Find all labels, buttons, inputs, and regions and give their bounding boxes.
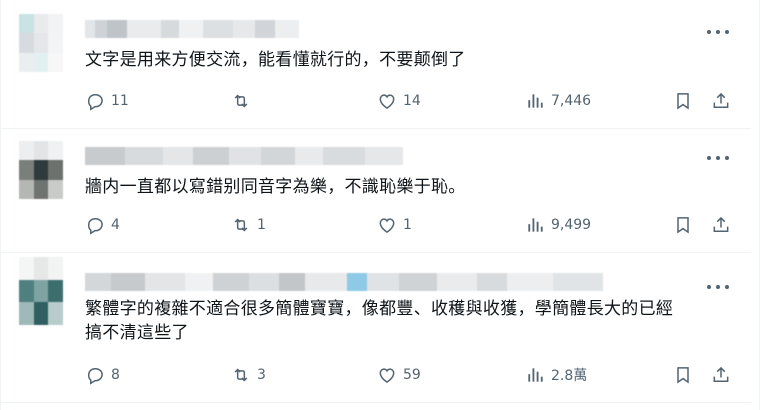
heart-icon — [379, 218, 395, 233]
reply-post[interactable]: 繁體字的複雜不適合很多簡體寶寶，像都豐、收穫與收獲，學簡體長大的已經 搞不清這些… — [1, 253, 751, 403]
more-options-button[interactable] — [707, 23, 729, 41]
views-button[interactable]: 9,499 — [525, 215, 591, 235]
post-text: 文字是用来方便交流，能看懂就行的，不要颠倒了 — [85, 50, 466, 70]
author-name[interactable] — [85, 273, 603, 291]
reply-button[interactable]: 11 — [85, 91, 129, 111]
avatar[interactable] — [19, 14, 63, 72]
like-button[interactable]: 1 — [377, 215, 412, 235]
bookmark-button[interactable] — [673, 91, 693, 111]
author-name[interactable] — [85, 20, 299, 38]
post-text: 繁體字的複雜不適合很多簡體寶寶，像都豐、收穫與收獲，學簡體長大的已經 搞不清這些… — [85, 299, 674, 343]
views-button[interactable]: 7,446 — [525, 91, 591, 111]
analytics-icon — [528, 94, 543, 108]
action-bar: 8 3 59 2.8萬 — [85, 363, 737, 387]
repost-button[interactable]: 3 — [231, 365, 266, 385]
bookmark-icon — [677, 217, 689, 234]
reply-post[interactable]: 文字是用来方便交流，能看懂就行的，不要颠倒了 11 14 7,446 — [1, 0, 751, 129]
share-button[interactable] — [711, 215, 731, 235]
bookmark-button[interactable] — [673, 215, 693, 235]
reply-icon — [88, 218, 103, 235]
bookmark-button[interactable] — [673, 365, 693, 385]
like-button[interactable]: 14 — [377, 91, 421, 111]
more-horizontal-icon — [707, 156, 711, 160]
repost-icon — [234, 218, 248, 232]
post-text: 牆内一直都以寫錯别同音字為樂，不識恥樂于恥。 — [85, 177, 466, 197]
analytics-icon — [528, 218, 543, 232]
more-horizontal-icon — [707, 285, 711, 289]
reply-icon — [88, 368, 103, 385]
share-icon — [713, 366, 729, 382]
like-button[interactable]: 59 — [377, 365, 421, 385]
reply-button[interactable]: 8 — [85, 365, 120, 385]
action-bar: 11 14 7,446 — [85, 89, 737, 113]
repost-icon — [234, 94, 248, 108]
author-name[interactable] — [85, 147, 403, 165]
heart-icon — [379, 94, 395, 109]
avatar[interactable] — [19, 257, 63, 325]
more-horizontal-icon — [707, 30, 711, 34]
repost-button[interactable] — [231, 91, 257, 111]
share-icon — [713, 216, 729, 232]
repost-icon — [234, 368, 248, 382]
bookmark-icon — [677, 367, 689, 384]
analytics-icon — [528, 368, 543, 382]
views-button[interactable]: 2.8萬 — [525, 365, 587, 385]
share-icon — [713, 92, 729, 108]
action-bar: 4 1 1 9,499 — [85, 213, 737, 237]
share-button[interactable] — [711, 365, 731, 385]
share-button[interactable] — [711, 91, 731, 111]
reply-post[interactable]: 牆内一直都以寫錯别同音字為樂，不識恥樂于恥。 4 1 1 9,499 — [1, 129, 751, 253]
more-options-button[interactable] — [707, 149, 729, 167]
repost-button[interactable]: 1 — [231, 215, 266, 235]
reply-button[interactable]: 4 — [85, 215, 120, 235]
heart-icon — [379, 368, 395, 383]
bookmark-icon — [677, 93, 689, 110]
more-options-button[interactable] — [707, 278, 729, 296]
reply-icon — [88, 94, 103, 111]
reply-feed: 文字是用来方便交流，能看懂就行的，不要颠倒了 11 14 7,446 牆内一直都… — [0, 0, 760, 410]
avatar[interactable] — [19, 141, 63, 199]
